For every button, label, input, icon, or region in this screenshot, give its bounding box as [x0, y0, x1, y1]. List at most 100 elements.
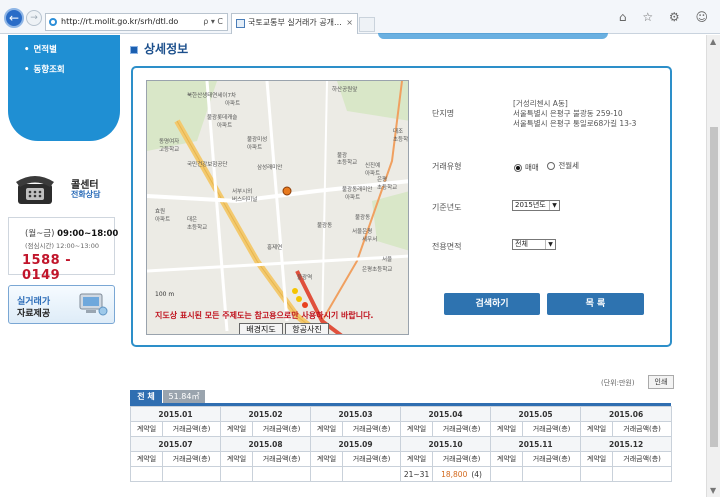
page-scrollbar[interactable]: ▲ ▼ — [706, 35, 720, 497]
price-header: 거래금액(층) — [612, 421, 673, 437]
map-label: 신진예 — [365, 161, 380, 169]
complex-label: 단지명 — [432, 109, 455, 118]
computer-icon — [79, 293, 108, 316]
page-title: 상세정보 — [130, 40, 188, 57]
chevron-down-icon: ▼ — [549, 201, 559, 210]
contract-date-header: 계약일 — [130, 451, 163, 467]
map-label: 서울 — [382, 255, 392, 263]
sidebar-item-area[interactable]: 면적별 — [24, 43, 56, 55]
price-header: 거래금액(층) — [432, 451, 492, 467]
trade-type-radios: 매매 전월세 — [514, 160, 585, 173]
service-hours: (월~금) 09:00~18:00 (점심시간) 12:00~13:00 158… — [8, 217, 119, 283]
price-cell: 18,800 (4) — [432, 466, 492, 482]
detail-panel: 북한산생태연세이7차 아파트 불광롯데캐슬 아파트 동명여자 고등학교 불광미성 아파트 국민건… — [131, 66, 672, 347]
map-label: 아파트 — [225, 99, 240, 107]
year-select[interactable]: 2015년도 ▼ — [512, 200, 560, 211]
map-label: 초등학교 — [393, 135, 409, 143]
map-label: 동명여자 — [159, 137, 179, 145]
month-header: 2015.03 — [310, 406, 402, 422]
scroll-up-icon[interactable]: ▲ — [710, 37, 716, 46]
map-label: 국민건강보험공단 — [187, 160, 227, 168]
map-label: 아파트 — [345, 193, 360, 201]
address-bar[interactable]: http://rt.molit.go.kr/srh/dtl.do ρ ▾ C — [45, 13, 228, 31]
month-header: 2015.09 — [310, 436, 402, 452]
price-cell — [161, 466, 222, 482]
map-label: 초등학교 — [187, 223, 207, 231]
price-header: 거래금액(층) — [522, 451, 582, 467]
scroll-thumb[interactable] — [710, 127, 718, 447]
list-button[interactable]: 목 록 — [547, 293, 644, 315]
lunch-hours: (점심시간) 12:00~13:00 — [25, 242, 99, 250]
map-notice: 지도상 표시된 모든 주제도는 참고용으로만 사용하시기 바랍니다. — [155, 311, 374, 320]
price-cell — [342, 466, 402, 482]
address-text: http://rt.molit.go.kr/srh/dtl.do — [61, 17, 179, 26]
browser-toolbar: ← → http://rt.molit.go.kr/srh/dtl.do ρ ▾… — [0, 0, 720, 34]
map-label: 하산공원앞 — [332, 85, 357, 93]
month-header: 2015.01 — [129, 406, 222, 422]
complex-address-2: 서울특별시 은평구 통일로68가길 13-3 — [513, 119, 637, 128]
tab-area[interactable]: 51.84㎡ — [163, 390, 205, 404]
map-canvas[interactable]: 북한산생태연세이7차아파트불광롯데캐슬아파트동명여자고등학교불광미성아파트국민건… — [147, 81, 409, 335]
telephone-icon — [16, 176, 54, 204]
trade-type-label: 거래유형 — [432, 162, 462, 171]
header-decoration — [122, 33, 700, 39]
map-label: 은평초등학교 — [362, 265, 392, 273]
base-map-button[interactable]: 배경지도 — [239, 323, 283, 334]
contract-date-cell — [220, 466, 254, 482]
contract-date-cell — [490, 466, 524, 482]
radio-rent[interactable]: 전월세 — [547, 160, 579, 171]
map-view[interactable]: 북한산생태연세이7차 아파트 불광롯데캐슬 아파트 동명여자 고등학교 불광미성 아파트 국민건… — [146, 80, 409, 335]
print-button[interactable]: 인쇄 — [648, 375, 674, 389]
price-cell — [252, 466, 312, 482]
area-select[interactable]: 전체 ▼ — [512, 239, 556, 250]
sidebar: 면적별 동향조회 콜센터 전화상담 (월~금) 09:00~18:00 (점심시… — [0, 35, 122, 497]
map-marker[interactable] — [282, 186, 292, 196]
contract-date-header: 계약일 — [310, 451, 344, 467]
sidebar-item-trend[interactable]: 동향조회 — [24, 63, 64, 75]
back-button[interactable]: ← — [4, 8, 24, 28]
map-label: 불광 — [337, 152, 347, 159]
map-label: 불광미성 — [247, 135, 267, 143]
contract-date-header: 계약일 — [220, 421, 254, 437]
map-label: 불광롯데캐슬 — [207, 113, 237, 121]
area-label: 전용면적 — [432, 242, 462, 251]
contract-date-header: 계약일 — [580, 421, 614, 437]
radio-sale[interactable]: 매매 — [514, 162, 539, 173]
chevron-down-icon: ▼ — [545, 240, 555, 249]
map-label: 아파트 — [365, 169, 380, 177]
map-label: 서울은평 — [352, 227, 372, 235]
browser-icons[interactable]: ⌂ ☆ ⚙ ☺ — [619, 10, 714, 24]
forward-button[interactable]: → — [26, 10, 42, 26]
callcenter: 콜센터 전화상담 — [14, 166, 114, 212]
map-label: 아파트 — [247, 143, 262, 151]
banner-line2: 자료제공 — [17, 309, 51, 319]
contract-date-cell — [130, 466, 163, 482]
address-tools[interactable]: ρ ▾ C — [203, 14, 223, 30]
map-label: 세무서 — [362, 235, 377, 243]
callcenter-subtitle: 전화상담 — [71, 190, 101, 199]
tab-all[interactable]: 전 체 — [130, 390, 162, 404]
browser-tab[interactable]: 국토교통부 실거래가 공개... × — [231, 13, 358, 34]
year-label: 기준년도 — [432, 203, 462, 212]
close-tab-icon[interactable]: × — [346, 14, 353, 32]
month-header: 2015.12 — [580, 436, 673, 452]
price-cell — [612, 466, 673, 482]
map-label: 삼성래미안 — [257, 163, 282, 171]
price-header: 거래금액(층) — [161, 421, 222, 437]
price-header: 거래금액(층) — [432, 421, 492, 437]
contract-date-header: 계약일 — [490, 451, 524, 467]
price-header: 거래금액(층) — [252, 451, 312, 467]
map-label: 불광동래미안 — [342, 185, 372, 193]
unit-note: (단위:만원) — [601, 379, 635, 387]
weekday-hours: (월~금) 09:00~18:00 — [25, 229, 119, 239]
search-button[interactable]: 검색하기 — [444, 293, 540, 315]
price-header: 거래금액(층) — [342, 451, 402, 467]
aerial-photo-button[interactable]: 항공사진 — [285, 323, 329, 334]
new-tab-button[interactable] — [359, 17, 375, 32]
phone-number: 1588 - 0149 — [22, 253, 72, 283]
complex-info: [거성리첸시 A동] 서울특별시 은평구 불광동 259-10 서울특별시 은평… — [513, 99, 636, 129]
contract-date-header: 계약일 — [130, 421, 163, 437]
contract-date-header: 계약일 — [580, 451, 614, 467]
scroll-down-icon[interactable]: ▼ — [710, 486, 716, 495]
data-provision-banner[interactable]: 실거래가 자료제공 — [8, 285, 115, 324]
